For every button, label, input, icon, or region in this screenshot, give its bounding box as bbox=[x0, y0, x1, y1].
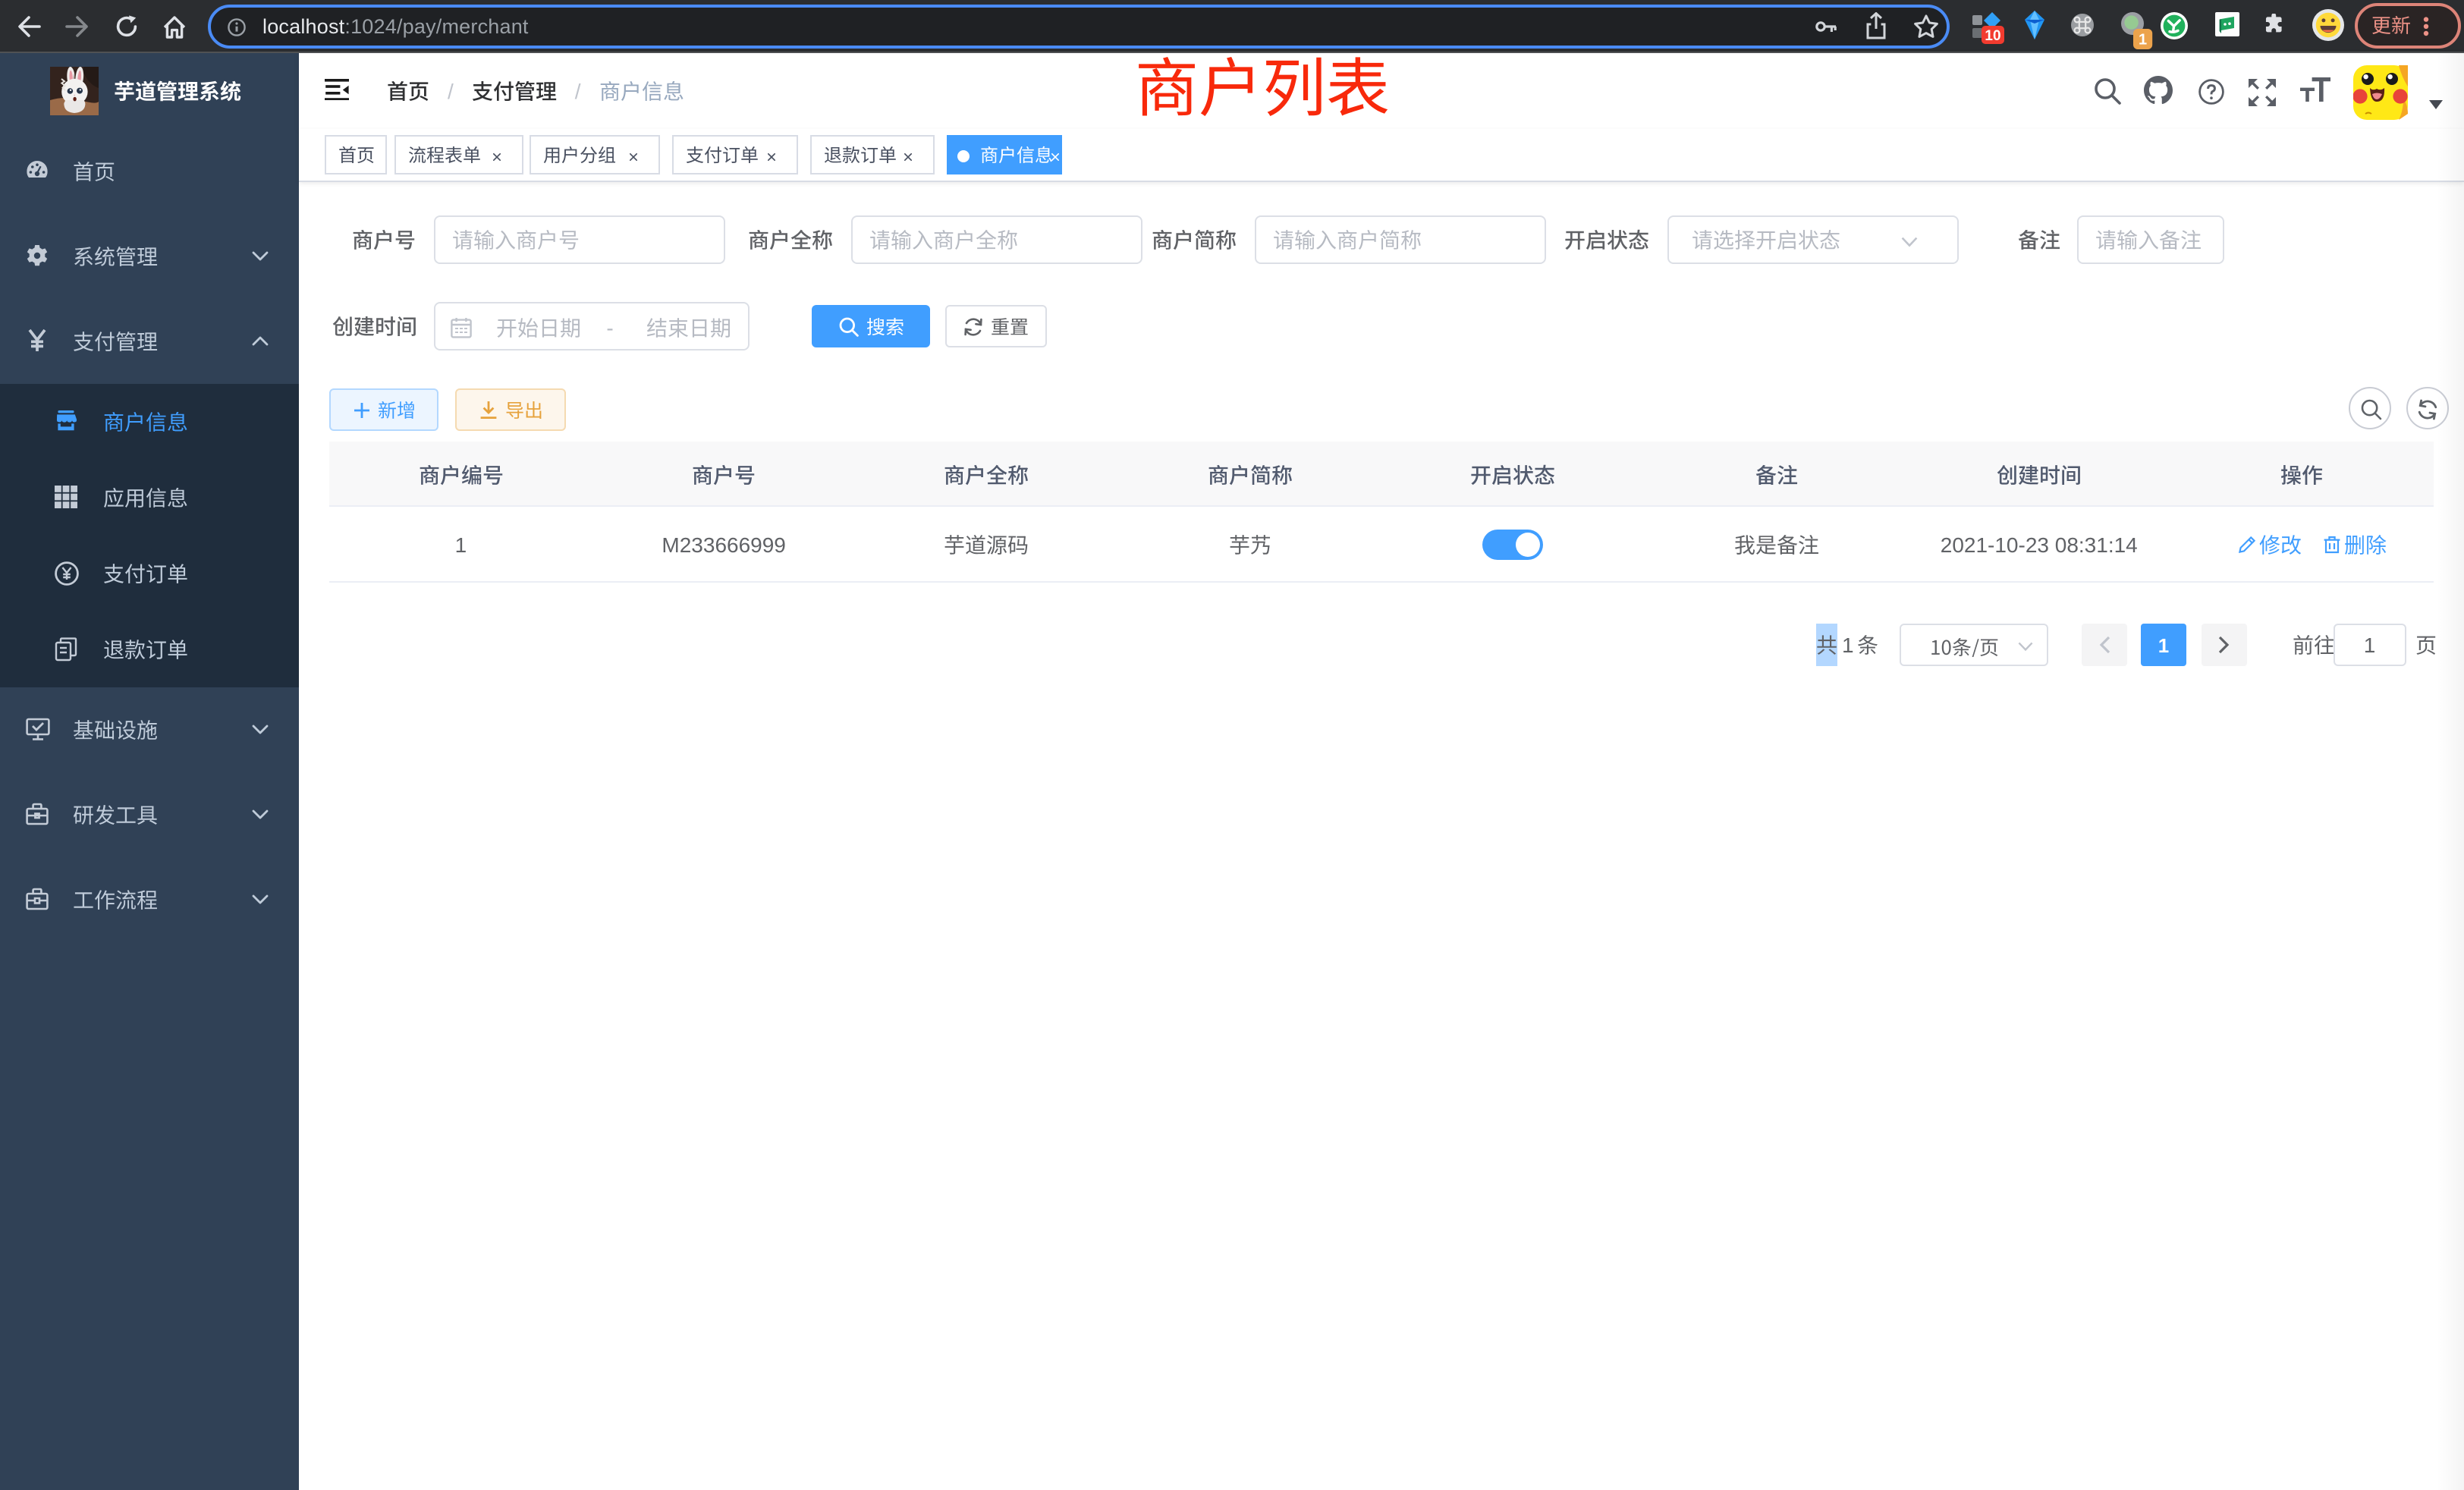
svg-text:10: 10 bbox=[1985, 28, 2000, 44]
svg-text:1: 1 bbox=[2138, 32, 2146, 49]
